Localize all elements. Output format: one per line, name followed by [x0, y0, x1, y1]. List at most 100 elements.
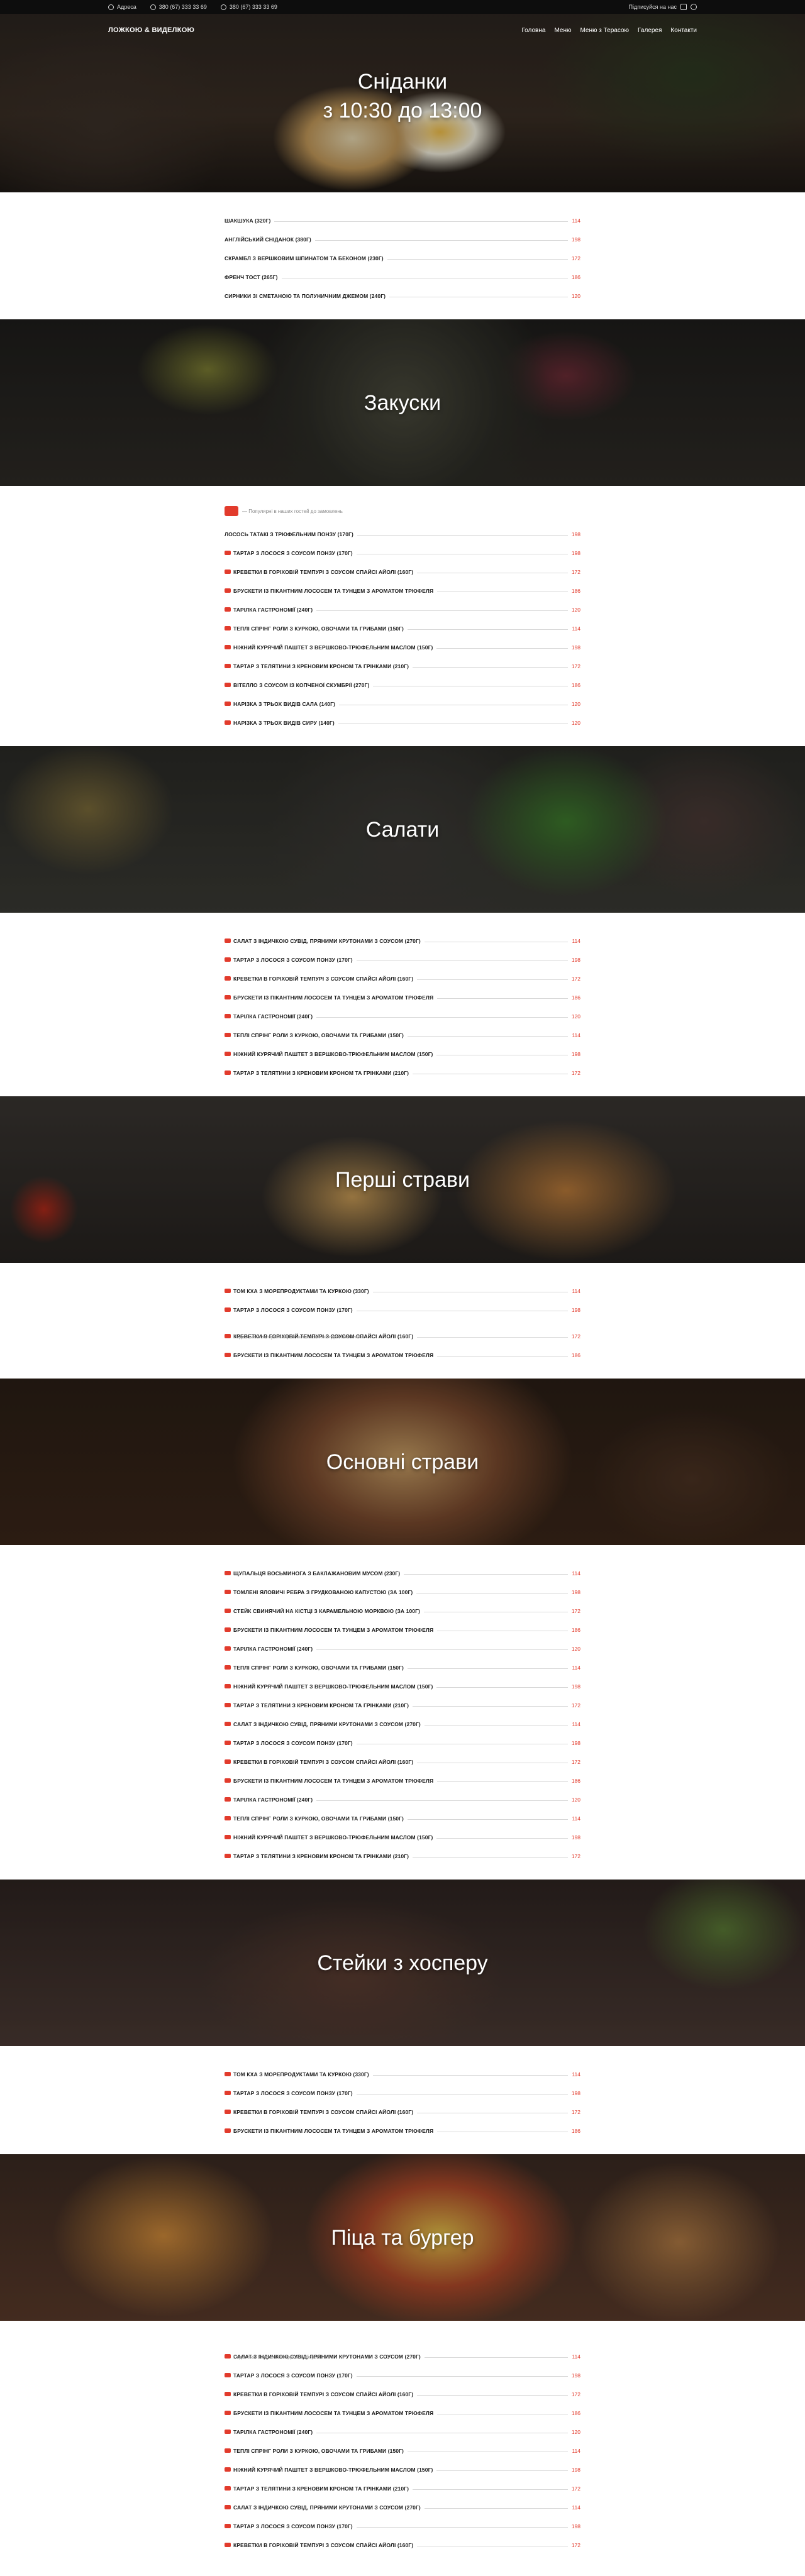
menu-item-name: НІЖНИЙ КУРЯЧИЙ ПАШТЕТ З ВЕРШКОВО-ТРЮФЕЛЬ… — [233, 1683, 433, 1690]
menu-item: НІЖНИЙ КУРЯЧИЙ ПАШТЕТ З ВЕРШКОВО-ТРЮФЕЛЬ… — [225, 636, 580, 654]
menu-item-price: 198 — [571, 1589, 580, 1595]
menu-item: НІЖНИЙ КУРЯЧИЙ ПАШТЕТ З ВЕРШКОВО-ТРЮФЕЛЬ… — [225, 1675, 580, 1693]
menu-item-name: ФРЕНЧ ТОСТ (265Г) — [225, 274, 278, 280]
menu-item-price: 172 — [571, 976, 580, 982]
menu-item: НАРІЗКА З ТРЬОХ ВИДІВ СИРУ (140Г) 120 — [225, 711, 580, 730]
popular-badge-icon — [225, 2524, 231, 2528]
instagram-icon[interactable] — [680, 4, 687, 10]
leader-line — [436, 648, 568, 649]
leader-line — [316, 1800, 568, 1801]
nav-item-menu[interactable]: Меню — [554, 27, 571, 34]
menu-item-price: 198 — [571, 957, 580, 963]
menu-item-name: БРУСКЕТИ ІЗ ПІКАНТНИМ ЛОСОСЕМ ТА ТУНЦЕМ … — [233, 1778, 434, 1784]
menu-item: КРЕВЕТКИ В ГОРІХОВІЙ ТЕМПУРІ З СОУСОМ СП… — [225, 2533, 580, 2552]
menu-item: ТАРТАР З ЛОСОСЯ З СОУСОМ ПОНЗУ (170Г) 198 — [225, 1731, 580, 1750]
menu-item-price: 114 — [572, 2071, 580, 2078]
section-hero: Піца та бургер — [0, 2154, 805, 2321]
menu-item: ТАРТАР З ТЕЛЯТИНИ З КРЕНОВИМ КРОНОМ ТА Г… — [225, 2477, 580, 2496]
leader-line — [274, 221, 569, 222]
facebook-icon[interactable] — [691, 4, 697, 10]
menu-item: ФРЕНЧ ТОСТ (265Г) 186 — [225, 265, 580, 284]
section-title-text: Основні страви — [326, 1450, 479, 1474]
nav-item-gallery[interactable]: Галерея — [638, 27, 662, 34]
menu-item: НІЖНИЙ КУРЯЧИЙ ПАШТЕТ З ВЕРШКОВО-ТРЮФЕЛЬ… — [225, 2458, 580, 2477]
leader-line — [436, 1838, 568, 1839]
menu-item: ТАРТАР З ТЕЛЯТИНИ З КРЕНОВИМ КРОНОМ ТА Г… — [225, 1844, 580, 1863]
nav-item-home[interactable]: Головна — [521, 27, 545, 34]
leader-line — [387, 259, 568, 260]
leader-line — [357, 535, 568, 536]
menu-item-name: ТОМ КХА З МОРЕПРОДУКТАМИ ТА КУРКОЮ (330Г… — [233, 2071, 369, 2078]
menu-item-price: 198 — [571, 531, 580, 537]
menu-block: ШАКШУКА (320Г) 114 АНГЛІЙСЬКИЙ СНІДАНОК (3… — [0, 192, 805, 319]
popular-badge-icon — [225, 1835, 231, 1839]
legend-text: — Популярні в наших гостей до замовлень — [242, 508, 343, 514]
popular-badge-icon — [225, 1609, 231, 1613]
menu-item-note: Подається з картоплею фрі за вибором — [233, 2354, 320, 2360]
menu-item: ЛОСОСЬ ТАТАКІ З ТРЮФЕЛЬНИМ ПОНЗУ (170Г) 1… — [225, 522, 580, 541]
follow-label: Підписуйся на нас — [628, 4, 677, 10]
phone-link-2[interactable]: 380 (67) 333 33 69 — [220, 4, 277, 10]
leader-line — [316, 1649, 568, 1650]
menu-sections: Сніданки з 10:30 до 13:00 ШАКШУКА (320Г) 11… — [0, 0, 805, 2568]
popular-badge-icon — [225, 1627, 231, 1632]
menu-item-price: 114 — [572, 2353, 580, 2360]
menu-item: ТАРТАР З ЛОСОСЯ З СОУСОМ ПОНЗУ (170Г) 198 — [225, 2081, 580, 2100]
menu-item: БРУСКЕТИ ІЗ ПІКАНТНИМ ЛОСОСЕМ ТА ТУНЦЕМ … — [225, 2401, 580, 2420]
menu-item-note: Подається з вигнутою кіфой, шнітельгою с… — [233, 1334, 362, 1340]
phone-number-2: 380 (67) 333 33 69 — [229, 4, 277, 10]
address-link[interactable]: Адреса — [108, 4, 136, 10]
menu-item-price: 198 — [571, 644, 580, 651]
menu-item-name: ТАРТАР З ТЕЛЯТИНИ З КРЕНОВИМ КРОНОМ ТА Г… — [233, 1070, 409, 1076]
menu-item-name: КРЕВЕТКИ В ГОРІХОВІЙ ТЕМПУРІ З СОУСОМ СП… — [233, 1759, 414, 1765]
popular-badge-icon — [225, 2505, 231, 2509]
leader-line — [437, 1781, 568, 1782]
main-navbar: ЛОЖКОЮ & ВИДЕЛКОЮ Головна Меню Меню з Те… — [0, 14, 805, 47]
menu-item: НАРІЗКА З ТРЬОХ ВИДІВ САЛА (140Г) 120 — [225, 692, 580, 711]
menu-item-price: 186 — [571, 1352, 580, 1358]
leader-line — [413, 667, 568, 668]
phone-link-1[interactable]: 380 (67) 333 33 69 — [150, 4, 207, 10]
menu-item-price: 198 — [571, 2467, 580, 2473]
menu-item-name: СКРАМБЛ З ВЕРШКОВИМ ШПИНАТОМ ТА БЕКОНОМ … — [225, 255, 384, 261]
menu-item-name: ТАРТАР З ЛОСОСЯ З СОУСОМ ПОНЗУ (170Г) — [233, 2523, 353, 2529]
menu-item: ТАРТАР З ЛОСОСЯ З СОУСОМ ПОНЗУ (170Г) 198 — [225, 1298, 580, 1317]
menu-item-name: НІЖНИЙ КУРЯЧИЙ ПАШТЕТ З ВЕРШКОВО-ТРЮФЕЛЬ… — [233, 1834, 433, 1841]
leader-line — [413, 1857, 568, 1858]
menu-item-price: 114 — [572, 2504, 580, 2511]
menu-item: ТАРТАР З ТЕЛЯТИНИ З КРЕНОВИМ КРОНОМ ТА Г… — [225, 1061, 580, 1080]
popular-badge-icon — [225, 995, 231, 999]
section-hero: Стейки з хосперу — [0, 1880, 805, 2046]
menu-item: ТАРІЛКА ГАСТРОНОМІЇ (240Г) 120 — [225, 1005, 580, 1023]
menu-item-name: ТОМЛЕНІ ЯЛОВИЧІ РЕБРА З ГРУДКОВАНОЮ КАПУ… — [233, 1589, 413, 1595]
menu-item-name: ШАКШУКА (320Г) — [225, 217, 271, 224]
nav-item-terrace-menu[interactable]: Меню з Терасою — [580, 27, 629, 34]
menu-item-name: ТАРТАР З ЛОСОСЯ З СОУСОМ ПОНЗУ (170Г) — [233, 2090, 353, 2096]
menu-item-price: 198 — [571, 236, 580, 243]
menu-list: САЛАТ З ІНДИЧКОЮ СУВІД, ПРЯНИМИ КРУТОНАМ… — [225, 2337, 580, 2552]
menu-item-price: 198 — [571, 1307, 580, 1313]
menu-item-name: КРЕВЕТКИ В ГОРІХОВІЙ ТЕМПУРІ З СОУСОМ СП… — [233, 2391, 414, 2397]
menu-item: КРЕВЕТКИ В ГОРІХОВІЙ ТЕМПУРІ З СОУСОМ СП… — [225, 2100, 580, 2119]
menu-item: САЛАТ З ІНДИЧКОЮ СУВІД, ПРЯНИМИ КРУТОНАМ… — [225, 929, 580, 948]
menu-item-name: БРУСКЕТИ ІЗ ПІКАНТНИМ ЛОСОСЕМ ТА ТУНЦЕМ … — [233, 2410, 434, 2416]
popular-badge-icon — [225, 551, 231, 555]
menu-item: СИРНИКИ ЗІ СМЕТАНОЮ ТА ПОЛУНИЧНИМ ДЖЕМОМ… — [225, 284, 580, 303]
site-logo[interactable]: ЛОЖКОЮ & ВИДЕЛКОЮ — [108, 26, 194, 35]
section-title: Сніданки з 10:30 до 13:00 — [323, 67, 482, 125]
menu-item-name: ТАРІЛКА ГАСТРОНОМІЇ (240Г) — [233, 2429, 313, 2435]
menu-item-name: ТАРТАР З ТЕЛЯТИНИ З КРЕНОВИМ КРОНОМ ТА Г… — [233, 663, 409, 669]
popular-badge-icon — [225, 506, 238, 516]
popular-badge-icon — [225, 720, 231, 725]
menu-item-price: 172 — [571, 2485, 580, 2492]
leader-line — [424, 1725, 569, 1726]
menu-item: ТОМЛЕНІ ЯЛОВИЧІ РЕБРА З ГРУДКОВАНОЮ КАПУ… — [225, 1580, 580, 1599]
menu-item-price: 186 — [571, 274, 580, 280]
popular-badge-icon — [225, 645, 231, 649]
menu-item-price: 186 — [571, 1778, 580, 1784]
popular-badge-icon — [225, 2430, 231, 2434]
menu-item-name: ТЕПЛІ СПРІНГ РОЛИ З КУРКОЮ, ОВОЧАМИ ТА Г… — [233, 1815, 404, 1822]
menu-item: САЛАТ З ІНДИЧКОЮ СУВІД, ПРЯНИМИ КРУТОНАМ… — [225, 1712, 580, 1731]
section-hero: Перші страви — [0, 1096, 805, 1263]
nav-item-contacts[interactable]: Контакти — [670, 27, 697, 34]
